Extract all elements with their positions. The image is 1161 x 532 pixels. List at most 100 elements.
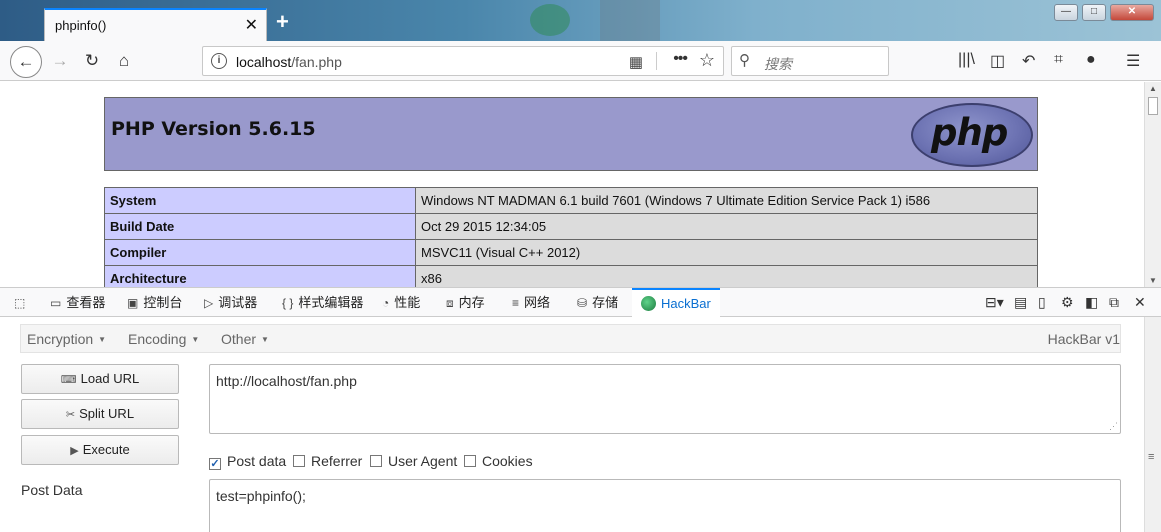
scroll-down-icon[interactable]: ▼ (1149, 276, 1157, 285)
tab-storage[interactable]: ⛁ 存储 (577, 288, 618, 317)
forward-button[interactable]: → (46, 47, 74, 75)
encryption-menu[interactable]: Encryption ▼ (27, 331, 106, 347)
navigation-toolbar: ← → ↻ ⌂ i localhost/fan.php ▦ ••• ☆ ⚲ 搜索… (0, 41, 1161, 81)
style-editor-icon: { } (282, 296, 294, 310)
table-row: System Windows NT MADMAN 6.1 build 7601 … (104, 187, 1038, 214)
new-tab-button[interactable]: + (276, 9, 289, 35)
sidebar-icon[interactable]: ◫ (990, 51, 1005, 71)
play-icon: ▶ (70, 445, 79, 457)
settings-gear-icon[interactable]: ⚙ (1061, 294, 1074, 311)
scrollbar-thumb[interactable] (1148, 97, 1158, 115)
tab-debugger[interactable]: ▷ 调试器 (204, 288, 257, 317)
dock-options-icon[interactable]: ⊟▾ (985, 294, 1004, 311)
info-key: Compiler (104, 239, 416, 266)
table-row: Build Date Oct 29 2015 12:34:05 (104, 213, 1038, 240)
scroll-up-icon[interactable]: ▲ (1149, 84, 1157, 93)
table-row: Compiler MSVC11 (Visual C++ 2012) (104, 239, 1038, 266)
tab-style-editor[interactable]: { } 样式编辑器 (282, 288, 363, 317)
performance-icon: ◔ (382, 296, 390, 310)
undo-icon[interactable]: ↶ (1022, 51, 1035, 71)
browser-tab[interactable]: phpinfo() ✕ (44, 8, 267, 41)
home-button[interactable]: ⌂ (110, 47, 138, 75)
tab-inspector[interactable]: ▭ 查看器 (50, 288, 105, 317)
scrollbar-grip-icon[interactable]: ≡ (1148, 451, 1154, 463)
bookmark-star-icon[interactable]: ☆ (699, 50, 715, 71)
info-value: x86 (415, 265, 1038, 287)
site-info-icon[interactable]: i (211, 53, 227, 69)
page-actions-icon[interactable]: ••• (673, 50, 688, 68)
minimize-button[interactable]: — (1054, 4, 1078, 21)
tab-title: phpinfo() (55, 18, 107, 33)
back-button[interactable]: ← (10, 46, 42, 78)
hackbar-menu: Encryption ▼ Encoding ▼ Other ▼ HackBar v1 (20, 324, 1121, 353)
tab-close-icon[interactable]: ✕ (245, 15, 258, 35)
php-info-table: System Windows NT MADMAN 6.1 build 7601 … (104, 187, 1038, 287)
tab-console[interactable]: ▣ 控制台 (127, 288, 182, 317)
hackbar-icon (641, 296, 656, 311)
qr-code-icon[interactable]: ▦ (629, 53, 643, 71)
inspector-icon: ▭ (50, 296, 62, 310)
url-separator (656, 52, 657, 70)
table-row: Architecture x86 (104, 265, 1038, 287)
scissors-icon: ✂ (65, 409, 76, 421)
hackbar-panel: Encryption ▼ Encoding ▼ Other ▼ HackBar v1 … (0, 317, 1161, 532)
info-value: Oct 29 2015 12:34:05 (415, 213, 1038, 240)
console-icon: ▣ (127, 296, 139, 310)
search-icon: ⚲ (739, 52, 750, 69)
window-close-button[interactable]: ✕ (1110, 4, 1154, 21)
user-agent-checkbox[interactable]: User Agent (370, 453, 457, 469)
load-url-icon: ⌨ (60, 374, 77, 386)
memory-icon: ⧈ (446, 296, 454, 310)
storage-icon: ⛁ (577, 296, 588, 310)
encoding-menu[interactable]: Encoding ▼ (128, 331, 199, 347)
chat-icon[interactable]: ● (1086, 51, 1096, 69)
post-data-textarea[interactable]: test=phpinfo(); (209, 479, 1121, 532)
other-menu[interactable]: Other ▼ (221, 331, 269, 347)
url-textarea[interactable]: http://localhost/fan.php ⋰ (209, 364, 1121, 434)
load-url-button[interactable]: ⌨ Load URL (21, 364, 179, 394)
tab-performance[interactable]: ◔ 性能 (382, 288, 420, 317)
debugger-icon: ▷ (204, 296, 214, 310)
dock-side-icon[interactable]: ◧ (1085, 294, 1098, 311)
execute-button[interactable]: ▶ Execute (21, 435, 179, 465)
screenshot-crop-icon[interactable]: ⌗ (1054, 51, 1063, 69)
info-key: Architecture (104, 265, 416, 287)
devtools-toolbar: ⬚ ▭ 查看器 ▣ 控制台 ▷ 调试器 { } 样式编辑器 ◔ 性能 ⧈ 内存 ≡ 网络 ⛁ 存… (0, 287, 1161, 317)
page-content: PHP Version 5.6.15 php System Windows NT… (0, 82, 1161, 287)
split-url-button[interactable]: ✂ Split URL (21, 399, 179, 429)
referrer-checkbox[interactable]: Referrer (293, 453, 362, 469)
cookies-checkbox[interactable]: Cookies (464, 453, 533, 469)
tab-network[interactable]: ≡ 网络 (512, 288, 550, 317)
reload-button[interactable]: ↻ (78, 47, 106, 75)
post-data-checkbox[interactable]: ✓ Post data (209, 453, 286, 470)
undock-icon[interactable]: ⧉ (1109, 294, 1119, 311)
php-logo: php (911, 103, 1033, 167)
php-header: PHP Version 5.6.15 php (104, 97, 1038, 171)
page-scrollbar[interactable]: ▲ ▼ (1144, 82, 1161, 287)
library-icon[interactable]: |||\ (958, 51, 975, 69)
background-decoration (600, 0, 660, 41)
tab-hackbar[interactable]: HackBar (632, 288, 720, 317)
element-picker-icon[interactable]: ⬚ (14, 288, 30, 317)
info-key: Build Date (104, 213, 416, 240)
resize-grip-icon[interactable]: ⋰ (1109, 421, 1118, 432)
url-bar[interactable]: i localhost/fan.php ▦ ••• ☆ (202, 46, 724, 76)
hackbar-scrollbar[interactable]: ≡ (1144, 317, 1161, 532)
background-decoration (530, 4, 570, 36)
info-value: Windows NT MADMAN 6.1 build 7601 (Window… (415, 187, 1038, 214)
tab-memory[interactable]: ⧈ 内存 (446, 288, 485, 317)
info-key: System (104, 187, 416, 214)
post-data-label: Post Data (21, 482, 83, 498)
search-box[interactable]: ⚲ 搜索 (731, 46, 889, 76)
network-icon: ≡ (512, 296, 520, 310)
split-console-icon[interactable]: ▤ (1014, 294, 1027, 311)
info-value: MSVC11 (Visual C++ 2012) (415, 239, 1038, 266)
menu-icon[interactable]: ☰ (1126, 51, 1140, 71)
close-devtools-icon[interactable]: ✕ (1134, 294, 1146, 311)
responsive-mode-icon[interactable]: ▯ (1038, 294, 1046, 311)
maximize-button[interactable]: □ (1082, 4, 1106, 21)
php-version-title: PHP Version 5.6.15 (111, 118, 316, 140)
hackbar-version: HackBar v1 (1047, 331, 1120, 347)
search-placeholder: 搜索 (764, 56, 792, 72)
url-text[interactable]: localhost/fan.php (236, 54, 342, 70)
